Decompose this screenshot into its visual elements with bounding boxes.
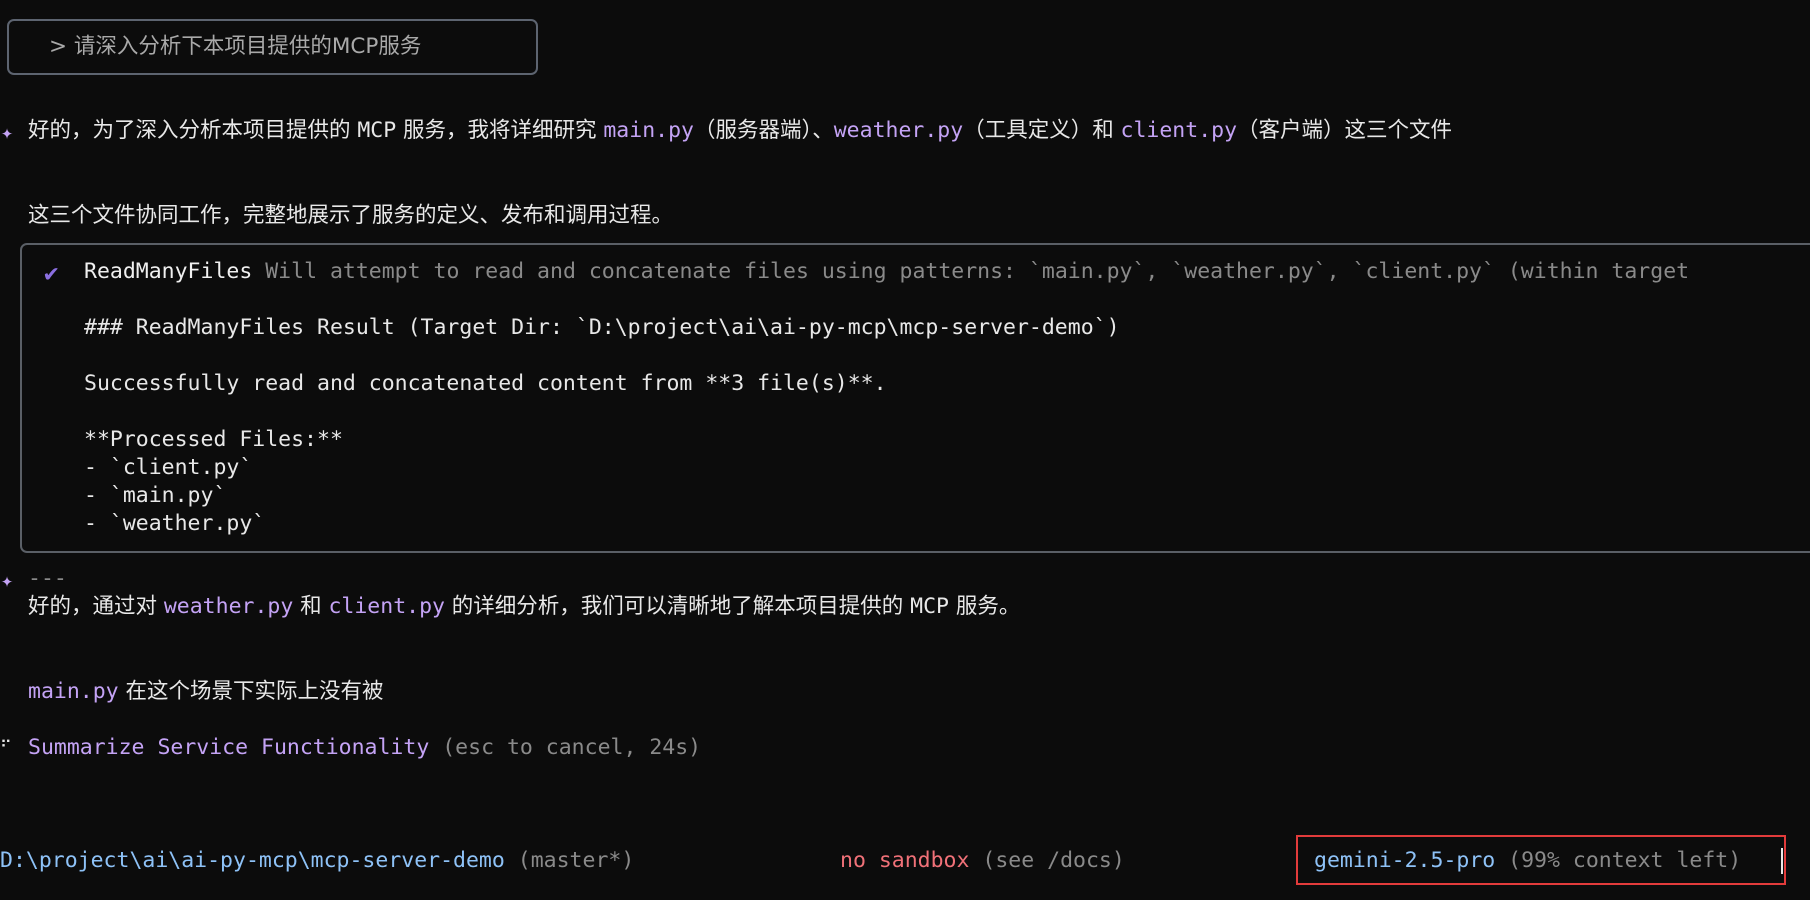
response-text: 好的，通过对 <box>28 594 164 619</box>
response-text: 服务。 <box>948 594 1021 619</box>
response-text: 在这个场景下实际上没有被 <box>118 679 384 704</box>
response-line: 好的，通过对 weather.py 和 client.py 的详细分析，我们可以… <box>28 593 1020 621</box>
progress-line: Summarize Service Functionality (esc to … <box>28 734 701 762</box>
sandbox-status: no sandbox (see /docs) <box>840 847 1125 875</box>
status-path: D:\project\ai\ai-py-mcp\mcp-server-demo … <box>0 847 634 875</box>
code-weather-py: weather.py <box>163 594 294 619</box>
intro-text: （工具定义）和 <box>963 118 1121 143</box>
braille-spinner-icon: ⠋ <box>0 737 12 756</box>
response-line-2: main.py 在这个场景下实际上没有被 <box>28 678 383 706</box>
code-client-py: client.py <box>1120 118 1238 143</box>
tool-call-header: ReadManyFiles Will attempt to read and c… <box>84 258 1689 286</box>
sandbox-label: no sandbox <box>840 848 970 873</box>
working-directory: D:\project\ai\ai-py-mcp\mcp-server-demo <box>0 848 505 873</box>
prompt-echo-box: > 请深入分析下本项目提供的MCP服务 <box>7 19 538 75</box>
text-cursor <box>1781 848 1783 874</box>
response-text: MCP <box>910 594 949 619</box>
tool-call-box <box>20 243 1810 553</box>
git-branch: (master*) <box>517 848 635 873</box>
intro-text: MCP <box>357 118 397 143</box>
context-remaining: (99% context left) <box>1508 848 1742 873</box>
processed-file-item: - `weather.py` <box>84 511 266 536</box>
sparkle-icon: ✦ <box>1 120 14 144</box>
intro-text: （客户端）这三个文件 <box>1237 118 1453 143</box>
tool-name: ReadManyFiles <box>84 259 253 284</box>
intro-line-2: 这三个文件协同工作，完整地展示了服务的定义、发布和调用过程。 <box>28 203 674 228</box>
response-text: 的详细分析，我们可以清晰地了解本项目提供的 <box>444 594 911 619</box>
response-text: 和 <box>293 594 329 619</box>
code-client-py: client.py <box>328 594 445 619</box>
progress-hint: (esc to cancel, 24s) <box>442 735 702 760</box>
intro-text: （服务器端）、 <box>693 118 834 143</box>
code-main-py: main.py <box>603 118 694 143</box>
progress-title: Summarize Service Functionality <box>28 735 430 760</box>
processed-file-item: - `main.py` <box>84 483 227 508</box>
intro-text: 服务，我将详细研究 <box>396 118 604 143</box>
sparkle-icon: ✦ <box>1 568 14 592</box>
tool-description: Will attempt to read and concatenate fil… <box>265 259 1690 284</box>
intro-text: 好的，为了深入分析本项目提供的 <box>28 118 358 143</box>
intro-line: 好的，为了深入分析本项目提供的 MCP 服务，我将详细研究 main.py（服务… <box>28 117 1452 145</box>
code-main-py: main.py <box>28 679 119 704</box>
sandbox-hint: (see /docs) <box>982 848 1125 873</box>
code-weather-py: weather.py <box>833 118 964 143</box>
separator-text: --- <box>28 566 67 591</box>
processed-file-item: - `client.py` <box>84 455 253 480</box>
model-name: gemini-2.5-pro <box>1314 848 1496 873</box>
checkmark-icon: ✔ <box>44 259 59 287</box>
tool-result-heading: ### ReadManyFiles Result (Target Dir: `D… <box>84 315 1120 340</box>
tool-result-summary: Successfully read and concatenated conte… <box>84 371 887 396</box>
processed-files-label: **Processed Files:** <box>84 427 343 452</box>
prompt-text: > 请深入分析下本项目提供的MCP服务 <box>49 34 422 59</box>
model-status: gemini-2.5-pro (99% context left) <box>1314 847 1741 875</box>
